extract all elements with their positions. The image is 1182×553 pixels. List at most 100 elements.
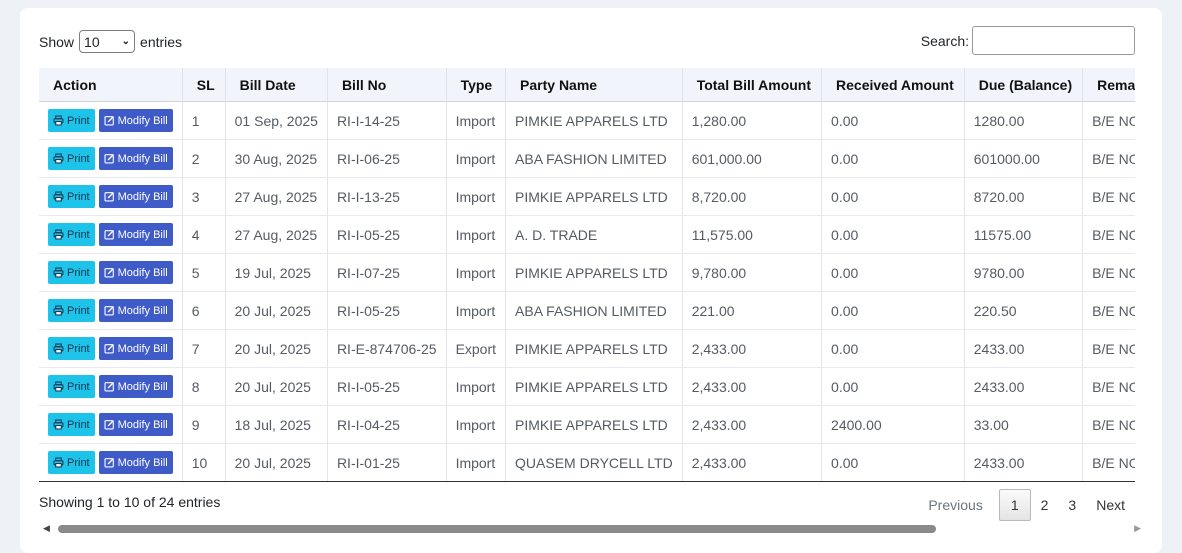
received-amount-cell: 0.00 (821, 253, 965, 292)
total-amount-cell: 2,433.00 (681, 329, 822, 368)
column-header-type[interactable]: Type (445, 68, 506, 102)
modify-bill-button[interactable]: Modify Bill (98, 185, 173, 208)
action-cell: Print Modify Bill (39, 253, 183, 292)
printer-icon (53, 381, 64, 392)
page-length-select[interactable]: 10 ⌄ (79, 30, 136, 53)
entries-info: Showing 1 to 10 of 24 entries (39, 494, 221, 510)
total-amount-cell: 2,433.00 (681, 443, 822, 482)
modify-bill-button[interactable]: Modify Bill (98, 261, 173, 284)
bill-date-cell: 01 Sep, 2025 (224, 101, 328, 140)
bill-no-cell: RI-I-14-25 (326, 101, 447, 140)
action-cell: Print Modify Bill (39, 291, 183, 330)
show-label: Show (39, 33, 75, 50)
action-cell: Print Modify Bill (39, 177, 183, 216)
print-button[interactable]: Print (48, 109, 95, 132)
total-amount-cell: 221.00 (681, 291, 822, 330)
edit-icon (104, 419, 115, 430)
due-balance-cell: 11575.00 (963, 215, 1083, 254)
bill-date-cell: 18 Jul, 2025 (224, 405, 328, 444)
column-header-bill-no[interactable]: Bill No (326, 68, 447, 102)
next-page-button[interactable]: Next (1086, 490, 1135, 520)
modify-bill-button[interactable]: Modify Bill (98, 451, 173, 474)
page-3-button[interactable]: 3 (1058, 490, 1086, 520)
action-cell: Print Modify Bill (39, 215, 183, 254)
print-button[interactable]: Print (48, 413, 95, 436)
printer-icon (53, 457, 64, 468)
print-button[interactable]: Print (48, 299, 95, 322)
search-input[interactable] (972, 26, 1135, 55)
print-button[interactable]: Print (48, 375, 95, 398)
due-balance-cell: 1280.00 (963, 101, 1083, 140)
printer-icon (53, 229, 64, 240)
column-header-bill-date[interactable]: Bill Date (224, 68, 328, 102)
due-balance-cell: 2433.00 (963, 443, 1083, 482)
print-button[interactable]: Print (48, 451, 95, 474)
modify-label: Modify Bill (117, 342, 168, 355)
print-label: Print (67, 228, 90, 241)
horizontal-scrollbar[interactable]: ◀ ▶ (39, 520, 1141, 540)
bill-no-cell: RI-I-06-25 (326, 139, 447, 178)
printer-icon (53, 419, 64, 430)
print-label: Print (67, 304, 90, 317)
print-label: Print (67, 380, 90, 393)
remarks-cell: B/E NO C-4 (1082, 291, 1135, 330)
bill-no-cell: RI-I-13-25 (326, 177, 447, 216)
modify-bill-button[interactable]: Modify Bill (98, 337, 173, 360)
action-cell: Print Modify Bill (39, 101, 183, 140)
bills-card: Show 10 ⌄ entries Search: Action SL Bill D… (20, 8, 1162, 553)
print-button[interactable]: Print (48, 337, 95, 360)
total-amount-cell: 11,575.00 (681, 215, 822, 254)
type-cell: Import (445, 443, 506, 482)
modify-bill-button[interactable]: Modify Bill (98, 375, 173, 398)
due-balance-cell: 220.50 (963, 291, 1083, 330)
table-row: Print Modify Bill 9 18 Jul, 2025 RI-I-04-25 I… (39, 405, 1135, 444)
bill-no-cell: RI-I-05-25 (326, 215, 447, 254)
scrollbar-thumb[interactable] (58, 525, 936, 533)
page-2-button[interactable]: 2 (1031, 490, 1059, 520)
sl-cell: 5 (181, 253, 226, 292)
previous-page-button[interactable]: Previous (918, 490, 992, 520)
type-cell: Export (445, 329, 506, 368)
column-header-received-amount[interactable]: Received Amount (821, 68, 965, 102)
due-balance-cell: 2433.00 (963, 367, 1083, 406)
edit-icon (104, 457, 115, 468)
bill-no-cell: RI-E-874706-25 (326, 329, 447, 368)
print-button[interactable]: Print (48, 147, 95, 170)
column-header-action[interactable]: Action (39, 68, 183, 102)
modify-bill-button[interactable]: Modify Bill (98, 109, 173, 132)
remarks-cell: B/E NO C-4 (1082, 443, 1135, 482)
modify-bill-button[interactable]: Modify Bill (98, 223, 173, 246)
party-name-cell: PIMKIE APPARELS LTD (505, 329, 683, 368)
page-length-control: Show 10 ⌄ entries (39, 30, 182, 53)
bill-date-cell: 20 Jul, 2025 (224, 291, 328, 330)
column-header-remarks[interactable]: Remarks (1082, 68, 1135, 102)
bill-date-cell: 20 Jul, 2025 (224, 329, 328, 368)
action-cell: Print Modify Bill (39, 367, 183, 406)
sl-cell: 4 (181, 215, 226, 254)
edit-icon (104, 191, 115, 202)
party-name-cell: QUASEM DRYCELL LTD (505, 443, 683, 482)
modify-bill-button[interactable]: Modify Bill (98, 299, 173, 322)
page-1-button[interactable]: 1 (998, 489, 1031, 521)
table-row: Print Modify Bill 8 20 Jul, 2025 RI-I-05-25 I… (39, 367, 1135, 406)
type-cell: Import (445, 101, 506, 140)
column-header-due-balance[interactable]: Due (Balance) (963, 68, 1083, 102)
sl-cell: 1 (181, 101, 226, 140)
scroll-left-arrow-icon[interactable]: ◀ (43, 523, 50, 534)
table-row: Print Modify Bill 3 27 Aug, 2025 RI-I-13-25 I… (39, 177, 1135, 216)
column-header-total-bill-amount[interactable]: Total Bill Amount (681, 68, 822, 102)
column-header-sl[interactable]: SL (181, 68, 226, 102)
column-header-party-name[interactable]: Party Name (505, 68, 683, 102)
print-button[interactable]: Print (48, 261, 95, 284)
modify-bill-button[interactable]: Modify Bill (98, 413, 173, 436)
due-balance-cell: 9780.00 (963, 253, 1083, 292)
print-button[interactable]: Print (48, 223, 95, 246)
print-button[interactable]: Print (48, 185, 95, 208)
received-amount-cell: 0.00 (821, 215, 965, 254)
type-cell: Import (445, 215, 506, 254)
modify-bill-button[interactable]: Modify Bill (98, 147, 173, 170)
scroll-right-arrow-icon[interactable]: ▶ (1134, 523, 1141, 534)
sl-cell: 3 (181, 177, 226, 216)
type-cell: Import (445, 367, 506, 406)
total-amount-cell: 8,720.00 (681, 177, 822, 216)
